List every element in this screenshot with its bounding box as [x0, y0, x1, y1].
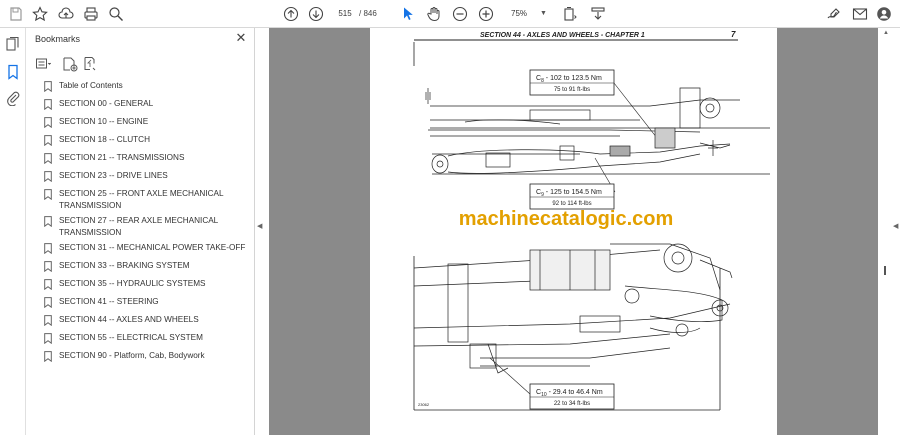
zoom-out-icon[interactable]: [450, 4, 470, 24]
bookmark-icon: [44, 297, 52, 308]
total-pages: / 846: [359, 9, 377, 18]
bookmark-label: SECTION 21 -- TRANSMISSIONS: [59, 153, 185, 162]
bookmark-icon: [44, 117, 52, 128]
bookmark-icon: [44, 153, 52, 164]
lower-axle-drawing: [413, 243, 733, 374]
bookmark-icon: [44, 351, 52, 362]
technical-drawing: SECTION 44 - AXLES AND WHEELS - CHAPTER …: [413, 30, 770, 411]
page-thumbnails-icon[interactable]: [5, 36, 21, 52]
bookmark-label: SECTION 27 -- REAR AXLE MECHANICAL TRANS…: [59, 216, 218, 237]
bookmark-icon: [44, 189, 52, 200]
svg-text:22 to 34 ft-lbs: 22 to 34 ft-lbs: [554, 401, 590, 407]
bookmark-item[interactable]: SECTION 18 -- CLUTCH: [26, 134, 255, 152]
page-number-input[interactable]: 515: [333, 5, 357, 22]
page-header-title: SECTION 44 - AXLES AND WHEELS - CHAPTER …: [480, 32, 645, 39]
bookmark-label: SECTION 18 -- CLUTCH: [59, 135, 150, 144]
bookmark-list: Table of Contents SECTION 00 - GENERAL S…: [26, 80, 255, 368]
right-pane-handle[interactable]: ◀: [893, 222, 898, 230]
vertical-scrollbar[interactable]: [878, 28, 900, 435]
bookmark-item[interactable]: SECTION 25 -- FRONT AXLE MECHANICAL TRAN…: [26, 188, 255, 215]
scroll-up-arrow[interactable]: ▲: [883, 30, 889, 36]
bookmark-item[interactable]: Table of Contents: [26, 80, 255, 98]
bookmark-item[interactable]: SECTION 44 -- AXLES AND WHEELS: [26, 314, 255, 332]
bookmark-icon: [44, 315, 52, 326]
collapse-panel-handle[interactable]: ◀: [257, 222, 262, 230]
bookmark-label: SECTION 31 -- MECHANICAL POWER TAKE-OFF: [59, 243, 246, 252]
bookmark-label: SECTION 41 -- STEERING: [59, 297, 159, 306]
fill-sign-icon[interactable]: [824, 4, 844, 24]
bookmark-item[interactable]: SECTION 00 - GENERAL: [26, 98, 255, 116]
pdf-page: SECTION 44 - AXLES AND WHEELS - CHAPTER …: [370, 28, 777, 435]
bookmark-options-icon[interactable]: [35, 56, 52, 72]
print-icon[interactable]: [81, 4, 101, 24]
bookmark-star-icon[interactable]: [30, 4, 50, 24]
account-icon[interactable]: [874, 4, 894, 24]
bookmark-item[interactable]: SECTION 33 -- BRAKING SYSTEM: [26, 260, 255, 278]
bookmark-label: SECTION 23 -- DRIVE LINES: [59, 171, 168, 180]
bookmark-item[interactable]: SECTION 23 -- DRIVE LINES: [26, 170, 255, 188]
previous-page-icon[interactable]: [281, 4, 301, 24]
scroll-mode-icon[interactable]: [588, 4, 608, 24]
chevron-down-icon[interactable]: ▼: [540, 5, 547, 22]
figure-id: 23062: [418, 402, 430, 407]
watermark-text: machinecatalogic.com: [459, 208, 674, 230]
bookmark-search-icon[interactable]: [82, 56, 98, 72]
bookmark-label: SECTION 00 - GENERAL: [59, 99, 154, 108]
page-fit-icon[interactable]: [560, 4, 580, 24]
svg-text:75 to 91 ft-lbs: 75 to 91 ft-lbs: [554, 87, 590, 93]
upper-axle-drawing: [425, 87, 770, 175]
bookmark-label: SECTION 90 - Platform, Cab, Bodywork: [59, 351, 205, 360]
bookmark-label: SECTION 10 -- ENGINE: [59, 117, 149, 126]
new-bookmark-icon[interactable]: [62, 56, 78, 72]
bookmark-item[interactable]: SECTION 31 -- MECHANICAL POWER TAKE-OFF: [26, 242, 255, 260]
bookmark-icon: [44, 243, 52, 254]
panel-title: Bookmarks: [35, 34, 81, 44]
close-icon[interactable]: ✕: [234, 31, 248, 45]
page-header-number: 7: [731, 30, 736, 39]
bookmark-icon: [44, 279, 52, 290]
next-page-icon[interactable]: [306, 4, 326, 24]
bookmark-label: Table of Contents: [59, 81, 123, 90]
bookmark-label: SECTION 55 -- ELECTRICAL SYSTEM: [59, 333, 203, 342]
bookmark-label: SECTION 33 -- BRAKING SYSTEM: [59, 261, 190, 270]
bookmark-icon: [44, 216, 52, 227]
bookmark-item[interactable]: SECTION 21 -- TRANSMISSIONS: [26, 152, 255, 170]
zoom-in-icon[interactable]: [476, 4, 496, 24]
bookmarks-panel-icon[interactable]: [5, 64, 21, 80]
save-icon[interactable]: [6, 4, 26, 24]
bookmarks-panel: Bookmarks ✕ Table of Contents SECTION 00…: [26, 28, 255, 435]
bookmark-item[interactable]: SECTION 27 -- REAR AXLE MECHANICAL TRANS…: [26, 215, 255, 242]
bookmark-icon: [44, 333, 52, 344]
find-icon[interactable]: [106, 4, 126, 24]
scrollbar-thumb[interactable]: [884, 266, 886, 275]
bookmark-icon: [44, 81, 52, 92]
bookmark-icon: [44, 135, 52, 146]
hand-tool-icon[interactable]: [424, 4, 444, 24]
bookmark-item[interactable]: SECTION 35 -- HYDRAULIC SYSTEMS: [26, 278, 255, 296]
document-viewport: SECTION 44 - AXLES AND WHEELS - CHAPTER …: [269, 28, 878, 435]
upload-cloud-icon[interactable]: [56, 4, 76, 24]
bookmark-item[interactable]: SECTION 10 -- ENGINE: [26, 116, 255, 134]
bookmark-item[interactable]: SECTION 55 -- ELECTRICAL SYSTEM: [26, 332, 255, 350]
attachments-icon[interactable]: [5, 90, 21, 107]
bookmark-icon: [44, 99, 52, 110]
bookmark-item[interactable]: SECTION 41 -- STEERING: [26, 296, 255, 314]
bookmark-icon: [44, 261, 52, 272]
bookmark-label: SECTION 25 -- FRONT AXLE MECHANICAL TRAN…: [59, 189, 224, 210]
left-nav-rail: [0, 28, 26, 435]
bookmark-item[interactable]: SECTION 90 - Platform, Cab, Bodywork: [26, 350, 255, 368]
top-toolbar: 515 / 846 75% ▼: [0, 0, 900, 28]
svg-text:92 to 114 ft-lbs: 92 to 114 ft-lbs: [552, 201, 591, 207]
email-icon[interactable]: [850, 4, 870, 24]
select-cursor-icon[interactable]: [398, 4, 418, 24]
bookmark-label: SECTION 35 -- HYDRAULIC SYSTEMS: [59, 279, 206, 288]
bookmark-label: SECTION 44 -- AXLES AND WHEELS: [59, 315, 199, 324]
bookmark-icon: [44, 171, 52, 182]
